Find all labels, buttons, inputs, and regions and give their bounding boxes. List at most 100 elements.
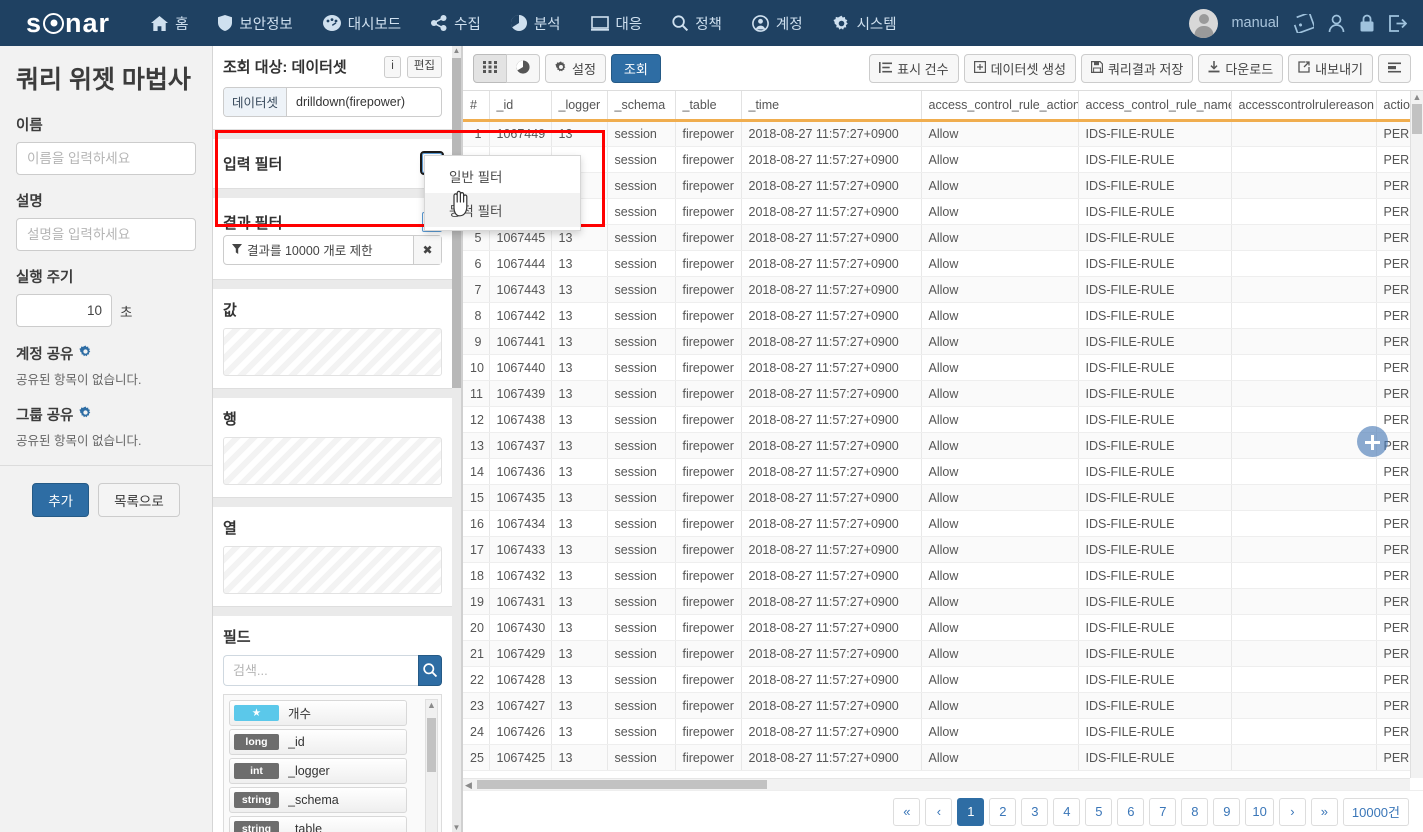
table-row[interactable]: 4106744613sessionfirepower2018-08-27 11:… [463, 198, 1423, 225]
table-row[interactable]: 5 1067445 13 session firepower 2018-08-27 11:… [463, 224, 1423, 251]
table-row[interactable]: 2106744813sessionfirepower2018-08-27 11:… [463, 146, 1423, 173]
table-row[interactable]: 22 1067428 13 session firepower 2018-08-27 11… [463, 666, 1423, 693]
back-to-list-button[interactable]: 목록으로 [98, 483, 180, 517]
table-row[interactable]: 20 1067430 13 session firepower 2018-08-27 11… [463, 614, 1423, 641]
add-button[interactable]: 추가 [32, 483, 90, 517]
column-header-logger[interactable]: _logger [551, 91, 608, 122]
table-row[interactable]: 8 1067442 13 session firepower 2018-08-27 11:… [463, 302, 1423, 329]
page-button-6[interactable]: 6 [1117, 797, 1145, 826]
table-row[interactable]: 23 1067427 13 session firepower 2018-08-27 11… [463, 692, 1423, 719]
export-button[interactable]: 내보내기 [1288, 53, 1373, 83]
download-button[interactable]: 다운로드 [1198, 53, 1284, 83]
interval-input[interactable] [16, 294, 112, 327]
horizontal-scrollbar[interactable]: ◀ [463, 778, 1410, 790]
nav-item-system[interactable]: 시스템 [818, 0, 912, 46]
ticket-icon[interactable] [1292, 13, 1314, 33]
edit-button[interactable]: 편집 [406, 56, 442, 78]
table-row[interactable]: 24 1067426 13 session firepower 2018-08-27 11… [463, 718, 1423, 745]
list-item[interactable]: string _table [229, 815, 407, 832]
column-header-access-control-rule-name[interactable]: access_control_rule_name [1078, 91, 1232, 122]
table-row[interactable]: 19 1067431 13 session firepower 2018-08-27 11… [463, 588, 1423, 615]
scrollbar-thumb[interactable] [427, 717, 436, 772]
table-row[interactable]: 3106744713sessionfirepower2018-08-27 11:… [463, 172, 1423, 199]
table-row[interactable]: 13 1067437 13 session firepower 2018-08-27 11… [463, 432, 1423, 459]
table-row[interactable]: 15 1067435 13 session firepower 2018-08-27 11… [463, 484, 1423, 511]
table-row[interactable]: 14 1067436 13 session firepower 2018-08-27 11… [463, 458, 1423, 485]
page-first-button[interactable]: « [893, 797, 921, 826]
column-header-id[interactable]: _id [489, 91, 552, 122]
columns-drop-zone[interactable] [223, 545, 442, 594]
dropdown-item-general-filter[interactable]: 일반 필터 [425, 159, 580, 193]
scroll-up-arrow-icon[interactable]: ▲ [452, 46, 461, 55]
list-item[interactable]: ★ 개수 [229, 699, 407, 726]
account-share-gear-icon[interactable] [79, 345, 92, 362]
list-item[interactable]: long _id [229, 728, 407, 755]
field-list[interactable]: ★ 개수 long _id int _logger string _schema [223, 693, 442, 832]
scroll-up-arrow-icon[interactable]: ▲ [1411, 92, 1423, 102]
nav-item-dashboard[interactable]: 대시보드 [308, 0, 416, 46]
nav-item-account[interactable]: 계정 [737, 0, 818, 46]
table-row[interactable]: 11 1067439 13 session firepower 2018-08-27 11… [463, 380, 1423, 407]
name-input[interactable] [16, 142, 196, 175]
table-view-button[interactable] [473, 53, 507, 83]
values-drop-zone[interactable] [223, 327, 442, 376]
table-row[interactable]: 12 1067438 13 session firepower 2018-08-27 11… [463, 406, 1423, 433]
remove-limit-button[interactable]: ✖ [413, 235, 441, 264]
page-button-8[interactable]: 8 [1181, 797, 1209, 826]
field-search-input[interactable] [223, 654, 418, 686]
page-button-2[interactable]: 2 [989, 797, 1017, 826]
nav-item-security-info[interactable]: 보안정보 [203, 0, 307, 46]
group-share-gear-icon[interactable] [79, 406, 92, 423]
dropdown-item-dynamic-filter[interactable]: 동적 필터 [425, 193, 580, 227]
logout-icon[interactable] [1388, 14, 1407, 33]
table-row[interactable]: 18 1067432 13 session firepower 2018-08-27 11… [463, 562, 1423, 589]
column-header-access-control-rule-action[interactable]: access_control_rule_action [921, 91, 1079, 122]
table-row[interactable]: 10 1067440 13 session firepower 2018-08-27 11… [463, 354, 1423, 381]
table-row[interactable]: 7 1067443 13 session firepower 2018-08-27 11:… [463, 276, 1423, 303]
column-header-schema[interactable]: _schema [607, 91, 676, 122]
settings-button[interactable]: 설정 [545, 53, 606, 83]
scrollbar-thumb[interactable] [477, 780, 767, 789]
vertical-scrollbar[interactable]: ▲ [1410, 91, 1423, 778]
nav-item-policy[interactable]: 정책 [657, 0, 737, 46]
description-input[interactable] [16, 218, 196, 251]
result-grid-wrapper[interactable]: # _id _logger _schema _table _time acces… [463, 91, 1423, 790]
display-count-button[interactable]: 표시 건수 [869, 53, 959, 83]
table-row[interactable]: 1 1067449 13 session firepower 2018-08-27 11:… [463, 120, 1423, 147]
page-button-9[interactable]: 9 [1213, 797, 1241, 826]
table-row[interactable]: 21 1067429 13 session firepower 2018-08-27 11… [463, 640, 1423, 667]
column-header-time[interactable]: _time [741, 91, 922, 122]
column-header-table[interactable]: _table [675, 91, 742, 122]
page-button-4[interactable]: 4 [1053, 797, 1081, 826]
page-button-10[interactable]: 10 [1245, 797, 1274, 826]
more-options-button[interactable] [1378, 53, 1411, 83]
scroll-up-arrow-icon[interactable]: ▲ [426, 700, 437, 710]
scrollbar-thumb[interactable] [1412, 104, 1422, 134]
column-header-accesscontrolrulereason[interactable]: accesscontrolrulereason [1231, 91, 1377, 122]
nav-item-response[interactable]: 대응 [576, 0, 658, 46]
table-row[interactable]: 17 1067433 13 session firepower 2018-08-27 11… [463, 536, 1423, 563]
page-prev-button[interactable]: ‹ [925, 797, 953, 826]
save-query-result-button[interactable]: 쿼리결과 저장 [1080, 53, 1194, 83]
rows-drop-zone[interactable] [223, 436, 442, 485]
dataset-row[interactable]: 데이터셋 drilldown(firepower) [223, 86, 442, 117]
add-floating-button[interactable] [1357, 426, 1388, 457]
page-next-button[interactable]: › [1278, 797, 1306, 826]
nav-item-home[interactable]: 홈 [136, 0, 203, 46]
nav-item-collect[interactable]: 수집 [416, 0, 496, 46]
page-button-3[interactable]: 3 [1021, 797, 1049, 826]
create-dataset-button[interactable]: 데이터셋 생성 [963, 53, 1076, 83]
list-item[interactable]: int _logger [229, 757, 407, 784]
user-icon[interactable] [1327, 14, 1346, 33]
table-row[interactable]: 16 1067434 13 session firepower 2018-08-27 11… [463, 510, 1423, 537]
page-button-1[interactable]: 1 [957, 797, 985, 826]
field-search-button[interactable] [418, 654, 442, 686]
chart-view-button[interactable] [506, 53, 540, 83]
column-header-index[interactable]: # [463, 91, 490, 122]
list-item[interactable]: string _schema [229, 786, 407, 813]
table-row[interactable]: 6 1067444 13 session firepower 2018-08-27 11:… [463, 250, 1423, 277]
field-list-scrollbar[interactable]: ▲ ▼ [425, 698, 438, 832]
table-row[interactable]: 9 1067441 13 session firepower 2018-08-27 11:… [463, 328, 1423, 355]
avatar[interactable] [1189, 8, 1219, 38]
page-last-button[interactable]: » [1310, 797, 1338, 826]
